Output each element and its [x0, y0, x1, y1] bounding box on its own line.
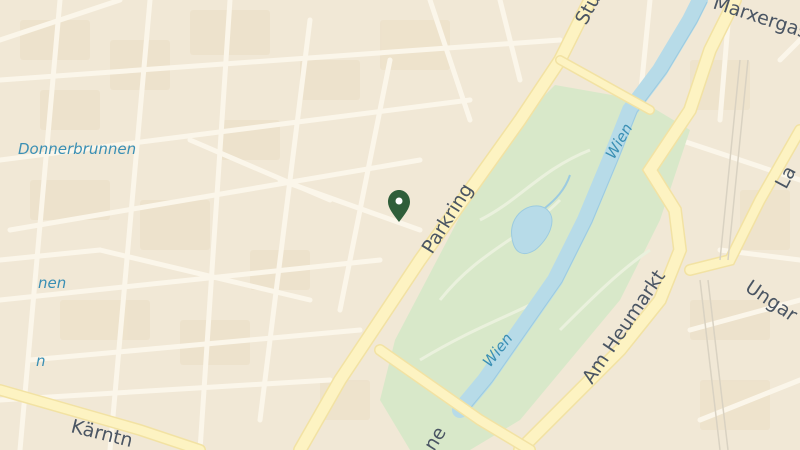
label-n-small: n [36, 352, 46, 370]
map-canvas: Parkring Am Heumarkt Donnerbrunnen nen n… [0, 0, 800, 450]
map-view[interactable]: Parkring Am Heumarkt Donnerbrunnen nen n… [0, 0, 800, 450]
label-nen: nen [38, 274, 66, 292]
label-donnerbrunnen: Donnerbrunnen [18, 140, 136, 158]
